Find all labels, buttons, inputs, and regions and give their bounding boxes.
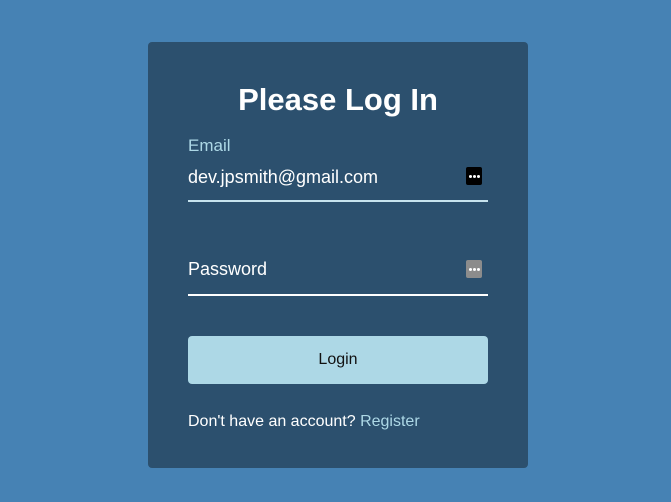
register-prompt-line: Don't have an account? Register [188,412,420,432]
dot [476,267,480,271]
password-manager-icon[interactable] [466,260,482,278]
register-link[interactable]: Register [360,413,420,430]
dot [476,174,480,178]
password-manager-icon[interactable] [466,167,482,185]
email-underline [188,200,488,202]
dot [468,174,472,178]
dot [468,267,472,271]
dot [472,174,476,178]
email-field-group: Email [188,134,488,204]
password-field-group [188,228,488,298]
register-prompt: Don't have an account? [188,413,356,430]
login-card: Please Log In Email Login Don't have an … [148,42,528,468]
login-button[interactable]: Login [188,336,488,384]
password-underline [188,294,488,296]
dot [472,267,476,271]
email-input[interactable] [188,166,458,188]
password-input[interactable] [188,258,458,280]
email-label: Email [188,136,231,155]
page-title: Please Log In [238,82,438,117]
